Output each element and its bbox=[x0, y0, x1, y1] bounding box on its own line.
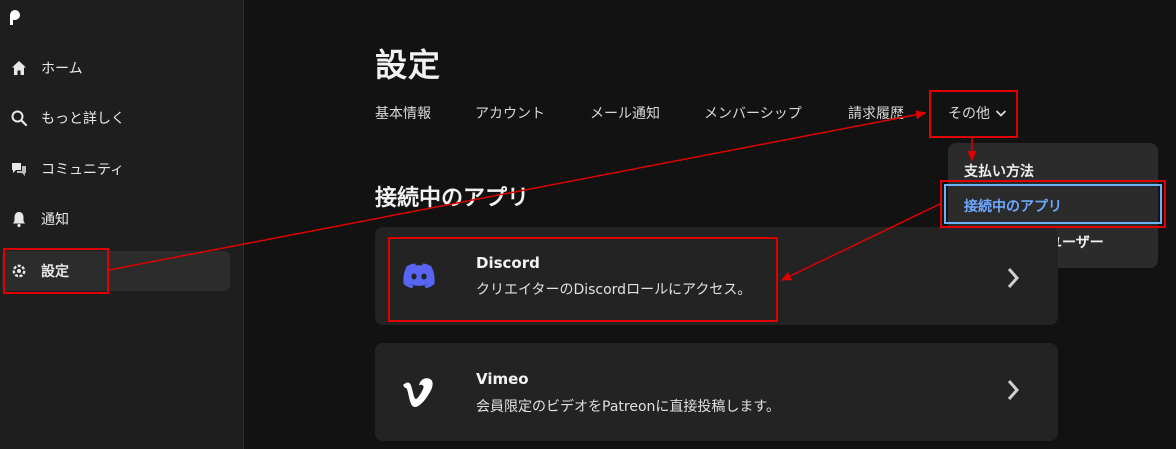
tab-account[interactable]: アカウント bbox=[475, 103, 545, 123]
app-description: 会員限定のビデオをPatreonに直接投稿します。 bbox=[476, 399, 780, 415]
tab-billing-history[interactable]: 請求履歴 bbox=[848, 103, 904, 123]
chevron-right-icon bbox=[1007, 380, 1020, 400]
bell-icon bbox=[10, 210, 28, 228]
tab-email-notifications[interactable]: メール通知 bbox=[590, 103, 660, 123]
home-icon bbox=[10, 59, 28, 77]
sidebar-item-label: コミュニティ bbox=[41, 162, 125, 178]
tab-more-label: その他 bbox=[948, 106, 990, 122]
app-name: Vimeo bbox=[476, 370, 529, 388]
tab-more[interactable]: その他 bbox=[948, 103, 1008, 123]
sidebar: ホーム もっと詳しく コミュニティ 通知 設定 bbox=[0, 0, 244, 449]
menu-item-connected-apps[interactable]: 接続中のアプリ bbox=[964, 196, 1062, 216]
sidebar-item-home[interactable]: ホーム bbox=[2, 48, 230, 88]
sidebar-item-explore[interactable]: もっと詳しく bbox=[2, 98, 230, 138]
sidebar-item-settings[interactable]: 設定 bbox=[2, 251, 230, 291]
gear-icon bbox=[10, 262, 28, 280]
settings-page: ホーム もっと詳しく コミュニティ 通知 設定 設定 基本情報 アカウント メー… bbox=[0, 0, 1176, 449]
sidebar-item-label: ホーム bbox=[41, 61, 83, 77]
section-title: 接続中のアプリ bbox=[375, 186, 530, 211]
tab-membership[interactable]: メンバーシップ bbox=[704, 103, 802, 123]
menu-item-payment-methods[interactable]: 支払い方法 bbox=[964, 161, 1034, 181]
tab-basic-info[interactable]: 基本情報 bbox=[375, 103, 431, 123]
chevron-right-icon bbox=[1007, 268, 1020, 288]
app-card-discord[interactable]: Discord クリエイターのDiscordロールにアクセス。 bbox=[375, 227, 1058, 325]
sidebar-item-label: もっと詳しく bbox=[41, 111, 125, 127]
sidebar-item-label: 通知 bbox=[41, 212, 69, 228]
app-card-vimeo[interactable]: Vimeo 会員限定のビデオをPatreonに直接投稿します。 bbox=[375, 343, 1058, 441]
sidebar-item-community[interactable]: コミュニティ bbox=[2, 149, 230, 189]
app-description: クリエイターのDiscordロールにアクセス。 bbox=[476, 282, 752, 298]
chat-icon bbox=[10, 160, 28, 178]
sidebar-item-notifications[interactable]: 通知 bbox=[2, 199, 230, 239]
patreon-logo-icon[interactable] bbox=[8, 8, 22, 26]
page-title: 設定 bbox=[375, 46, 442, 84]
discord-icon bbox=[403, 263, 435, 289]
chevron-down-icon bbox=[995, 110, 1007, 117]
app-name: Discord bbox=[476, 254, 540, 272]
vimeo-icon bbox=[403, 378, 433, 407]
sidebar-item-label: 設定 bbox=[41, 264, 69, 280]
search-icon bbox=[10, 109, 28, 127]
